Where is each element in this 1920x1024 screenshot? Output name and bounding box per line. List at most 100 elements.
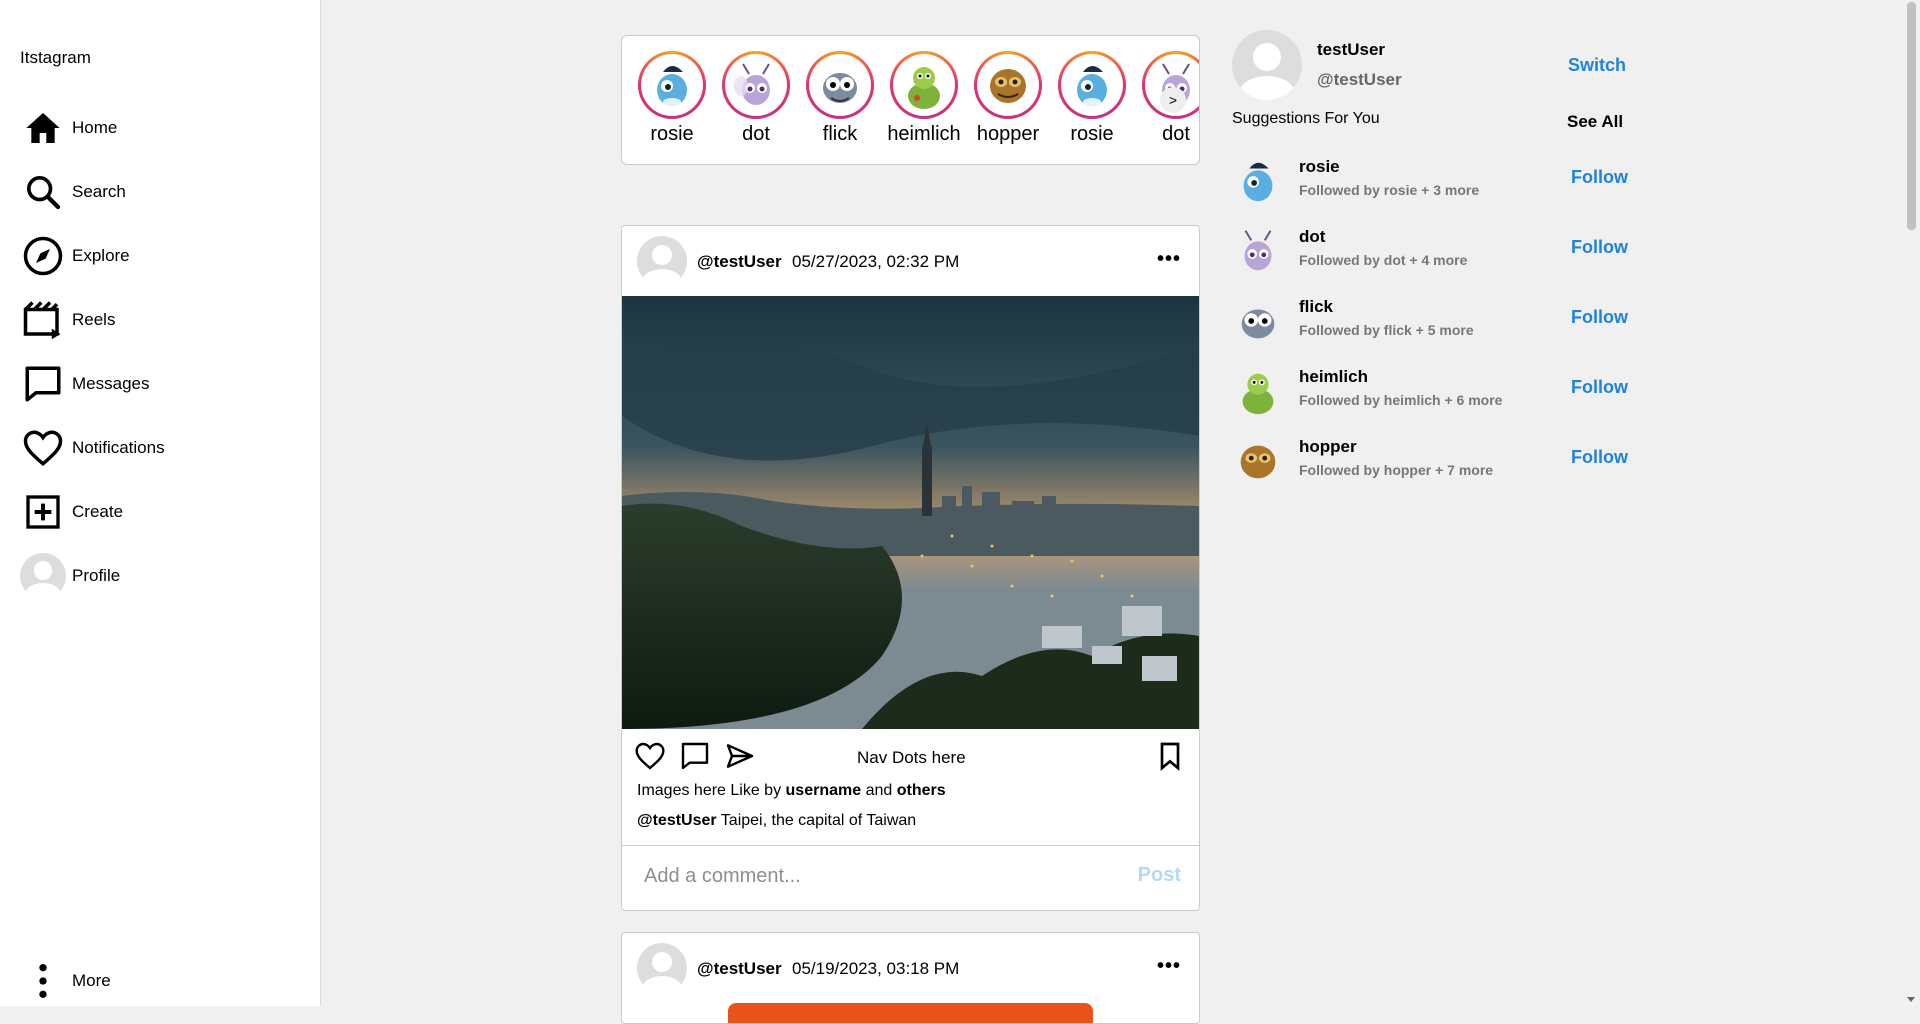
- follow-button[interactable]: Follow: [1571, 377, 1628, 398]
- post-header: @testUser 05/27/2023, 02:32 PM •••: [622, 226, 1199, 296]
- nav-more[interactable]: More: [20, 956, 310, 1006]
- post-card: @testUser 05/19/2023, 03:18 PM •••: [621, 932, 1200, 1024]
- blue-bug-avatar[interactable]: [1232, 155, 1284, 207]
- story-item[interactable]: hopper: [970, 51, 1046, 146]
- nav-create[interactable]: Create: [20, 487, 310, 537]
- scrollbar-thumb[interactable]: [1907, 2, 1916, 230]
- caption-author[interactable]: @testUser: [637, 812, 717, 829]
- likes-line: Images here Like by username and others: [637, 782, 946, 800]
- post-date: 05/19/2023, 03:18 PM: [792, 959, 960, 978]
- see-all-button[interactable]: See All: [1567, 112, 1623, 132]
- like-heart-icon[interactable]: [634, 740, 666, 772]
- suggestion-name[interactable]: dot: [1299, 227, 1325, 247]
- nav-reels[interactable]: Reels: [20, 295, 310, 345]
- post-header: @testUser 05/19/2023, 03:18 PM •••: [622, 933, 1199, 1003]
- gray-ant-avatar: [823, 73, 857, 103]
- story-item[interactable]: dot: [718, 51, 794, 146]
- nav-messages[interactable]: Messages: [20, 359, 310, 409]
- comment-input[interactable]: [642, 864, 1106, 889]
- post-options-icon[interactable]: •••: [1157, 955, 1181, 978]
- story-item[interactable]: rosie: [634, 51, 710, 146]
- current-user-handle: @testUser: [1317, 70, 1402, 89]
- story-item[interactable]: heimlich: [886, 51, 962, 146]
- story-item[interactable]: flick: [802, 51, 878, 146]
- post-author[interactable]: @testUser: [697, 959, 782, 979]
- post-author[interactable]: @testUser: [697, 252, 782, 272]
- likes-username[interactable]: username: [786, 782, 862, 799]
- nav-explore[interactable]: Explore: [20, 231, 310, 281]
- nav-explore-label: Explore: [72, 246, 130, 265]
- nav-profile[interactable]: Profile: [20, 551, 310, 601]
- post-card: @testUser 05/27/2023, 02:32 PM ••• Nav D…: [621, 225, 1200, 911]
- follow-button[interactable]: Follow: [1571, 447, 1628, 468]
- story-name: heimlich: [887, 123, 961, 145]
- post-photo[interactable]: [622, 296, 1199, 729]
- follow-button[interactable]: Follow: [1571, 237, 1628, 258]
- profile-avatar: [20, 553, 66, 599]
- purple-ant-avatar[interactable]: [1232, 225, 1284, 277]
- current-user-avatar[interactable]: [1232, 30, 1302, 100]
- comment-icon[interactable]: [679, 740, 711, 772]
- likes-and: and: [865, 782, 893, 799]
- suggestions-title: Suggestions For You: [1232, 110, 1380, 127]
- nav-notifications[interactable]: Notifications: [20, 423, 310, 473]
- comment-row: Post: [622, 845, 1199, 909]
- suggestion-followed-by: Followed by hopper + 7 more: [1299, 462, 1494, 478]
- nav-home[interactable]: Home: [20, 103, 310, 153]
- post-caption: @testUser Taipei, the capital of Taiwan: [637, 812, 916, 830]
- likes-prefix: Images here Like by: [637, 782, 782, 799]
- suggestion-followed-by: Followed by heimlich + 6 more: [1299, 392, 1503, 408]
- suggestion-name[interactable]: hopper: [1299, 437, 1357, 457]
- suggestion-item: flick Followed by flick + 5 more Follow: [1232, 295, 1632, 355]
- story-item[interactable]: rosie: [1054, 51, 1130, 146]
- page-scrollbar[interactable]: [1903, 0, 1920, 1006]
- plus-square-icon: [20, 489, 66, 535]
- nav-notifications-label: Notifications: [72, 438, 165, 457]
- suggestion-item: dot Followed by dot + 4 more Follow: [1232, 225, 1632, 285]
- suggestion-name[interactable]: rosie: [1299, 157, 1340, 177]
- green-caterpillar-avatar: [908, 67, 940, 109]
- heart-icon: [20, 425, 66, 471]
- nav-search[interactable]: Search: [20, 167, 310, 217]
- gray-ant-avatar[interactable]: [1232, 295, 1284, 347]
- scroll-down-arrow-icon[interactable]: [1907, 997, 1915, 1002]
- suggestion-followed-by: Followed by flick + 5 more: [1299, 322, 1474, 338]
- follow-button[interactable]: Follow: [1571, 307, 1628, 328]
- post-actions: Nav Dots here: [622, 736, 1199, 776]
- post-author-avatar[interactable]: [637, 943, 687, 993]
- nav-more-label: More: [72, 971, 111, 990]
- green-caterpillar-avatar[interactable]: [1232, 365, 1284, 417]
- carousel-nav-dots: Nav Dots here: [857, 748, 966, 767]
- post-options-icon[interactable]: •••: [1157, 248, 1181, 271]
- post-comment-button[interactable]: Post: [1138, 864, 1181, 887]
- switch-account-button[interactable]: Switch: [1568, 55, 1626, 76]
- suggestion-name[interactable]: heimlich: [1299, 367, 1368, 387]
- post-photo[interactable]: [728, 1003, 1093, 1023]
- home-icon: [20, 105, 66, 151]
- search-icon: [20, 169, 66, 215]
- nav-messages-label: Messages: [72, 374, 150, 393]
- bookmark-icon[interactable]: [1154, 740, 1186, 772]
- suggestion-name[interactable]: flick: [1299, 297, 1333, 317]
- stories-bar: rosie dot flick heimlich hopper rosie do…: [621, 35, 1200, 165]
- nav-profile-label: Profile: [72, 566, 121, 585]
- stories-next-button[interactable]: >: [1160, 87, 1186, 113]
- follow-button[interactable]: Follow: [1571, 167, 1628, 188]
- compass-icon: [20, 233, 66, 279]
- sidebar: Itstagram Home Search Explore Reels Mess…: [0, 0, 321, 1006]
- nav-create-label: Create: [72, 502, 124, 521]
- purple-ant-avatar: [734, 63, 770, 105]
- app-logo[interactable]: Itstagram: [20, 48, 91, 68]
- likes-others[interactable]: others: [897, 782, 946, 799]
- current-user-name[interactable]: testUser: [1317, 40, 1385, 60]
- blue-bug-avatar: [657, 66, 687, 106]
- share-send-icon[interactable]: [724, 740, 756, 772]
- more-vertical-icon: [20, 958, 66, 1004]
- message-icon: [20, 361, 66, 407]
- story-name: flick: [822, 123, 858, 145]
- story-name: dot: [1162, 123, 1190, 145]
- blue-bug-avatar: [1077, 66, 1107, 106]
- post-author-avatar[interactable]: [637, 236, 687, 286]
- brown-grasshopper-avatar[interactable]: [1232, 435, 1284, 487]
- suggestion-item: heimlich Followed by heimlich + 6 more F…: [1232, 365, 1632, 425]
